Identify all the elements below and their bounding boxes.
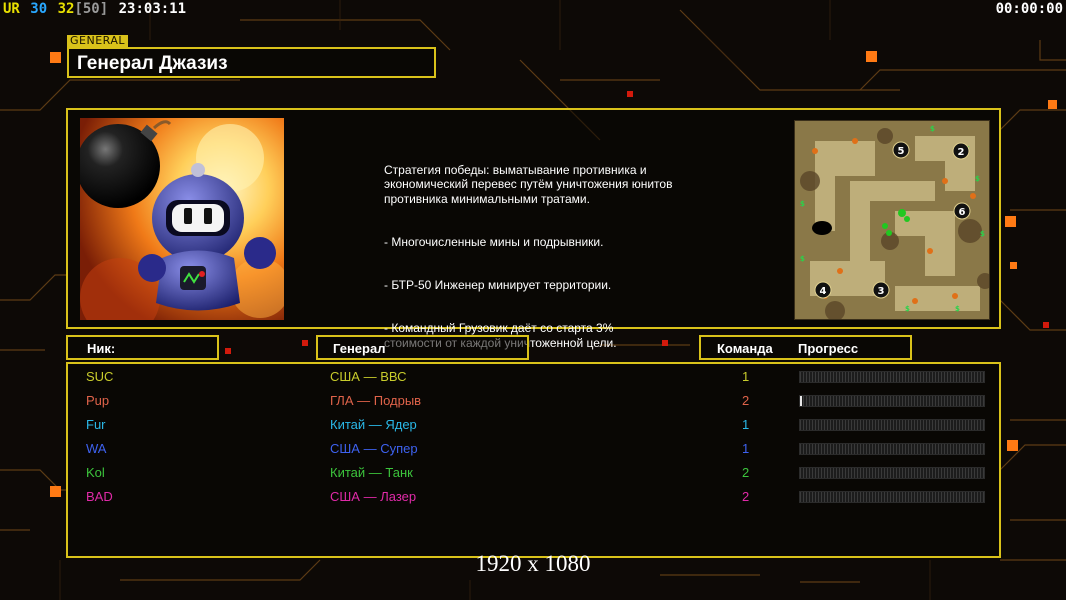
status-value-1: 30 <box>30 1 48 17</box>
decor-square <box>866 51 877 62</box>
svg-text:$: $ <box>905 305 910 313</box>
player-nick: SUC <box>86 369 114 384</box>
map-slot-label: 2 <box>958 147 965 158</box>
player-row: Kol Китай — Танк 2 <box>66 463 1001 487</box>
game-timer: 00:00:00 <box>995 1 1063 17</box>
progress-fill <box>800 396 802 406</box>
ur-label: UR <box>3 1 20 17</box>
svg-text:$: $ <box>800 255 805 263</box>
resolution-label: 1920 x 1080 <box>475 551 591 576</box>
player-nick: Pup <box>86 393 110 408</box>
description-line: Стратегия победы: выматывание противника… <box>384 162 673 206</box>
general-tag: GENERAL <box>67 35 129 47</box>
decor-square <box>225 348 231 354</box>
decor-square <box>1005 216 1016 227</box>
minimap-icon: $$$ $$$ $$ 5 2 6 4 3 <box>794 120 990 320</box>
column-progress-label: Прогресс <box>798 341 859 356</box>
player-team: 2 <box>742 465 750 480</box>
decor-square <box>1043 322 1049 328</box>
decor-square <box>627 91 633 97</box>
progress-bar <box>799 467 985 479</box>
player-row: WA США — Супер 1 <box>66 439 1001 463</box>
column-header-team-progress: Команда Прогресс <box>699 335 912 360</box>
player-row: Pup ГЛА — Подрыв 2 <box>66 391 1001 415</box>
description-line: - Многочисленные мины и подрывники. <box>384 234 604 249</box>
svg-text:$: $ <box>800 200 805 208</box>
player-row: BAD США — Лазер 2 <box>66 487 1001 511</box>
decor-square <box>1048 100 1057 109</box>
player-nick: Fur <box>86 417 106 432</box>
column-header-nick: Ник: <box>66 335 219 360</box>
player-team: 1 <box>742 369 750 384</box>
player-row: SUC США — ВВС 1 <box>66 367 1001 391</box>
player-nick: BAD <box>86 489 113 504</box>
progress-bar <box>799 443 985 455</box>
svg-text:$: $ <box>975 175 980 183</box>
player-team: 1 <box>742 417 750 432</box>
player-general: США — Лазер <box>330 489 417 504</box>
decor-square <box>50 486 61 497</box>
decor-square <box>1007 440 1018 451</box>
player-general: ГЛА — Подрыв <box>330 393 422 408</box>
player-team: 1 <box>742 441 750 456</box>
player-general: США — Супер <box>330 441 418 456</box>
progress-bar <box>799 395 985 407</box>
svg-text:$: $ <box>980 230 985 238</box>
player-general: Китай — Ядер <box>330 417 417 432</box>
column-general-label: Генерал <box>333 341 386 356</box>
svg-text:$: $ <box>955 305 960 313</box>
general-name: Генерал Джазиз <box>77 53 228 74</box>
general-title-box: Генерал Джазиз <box>67 47 436 78</box>
progress-bar <box>799 419 985 431</box>
map-slot-label: 5 <box>898 146 905 157</box>
description-line: - БТР-50 Инженер минирует территории. <box>384 278 612 293</box>
map-slot-label: 3 <box>878 286 885 297</box>
progress-bar <box>799 371 985 383</box>
clock: 23:03:11 <box>118 1 187 17</box>
svg-text:$: $ <box>930 125 935 133</box>
column-team-label: Команда <box>717 341 773 356</box>
player-general: США — ВВС <box>330 369 407 384</box>
map-slot-label: 4 <box>820 286 827 297</box>
player-general: Китай — Танк <box>330 465 413 480</box>
column-nick-label: Ник: <box>87 341 116 356</box>
status-bar: UR 30 32[50] 23:03:11 <box>3 1 188 17</box>
player-team: 2 <box>742 489 750 504</box>
decor-square <box>302 340 308 346</box>
player-team: 2 <box>742 393 750 408</box>
map-slot-label: 6 <box>959 207 966 218</box>
player-row: Fur Китай — Ядер 1 <box>66 415 1001 439</box>
decor-square <box>1010 262 1017 269</box>
players-panel: SUC США — ВВС 1 Pup ГЛА — Подрыв 2 Fur Китай — … <box>66 362 1001 558</box>
player-nick: WA <box>86 441 107 456</box>
column-header-general: Генерал <box>316 335 529 360</box>
decor-square <box>50 52 61 63</box>
bomberman-portrait-icon <box>80 118 284 320</box>
status-value-2: 32 <box>57 1 75 17</box>
player-nick: Kol <box>86 465 105 480</box>
status-value-3: [50] <box>74 1 109 17</box>
progress-bar <box>799 491 985 503</box>
